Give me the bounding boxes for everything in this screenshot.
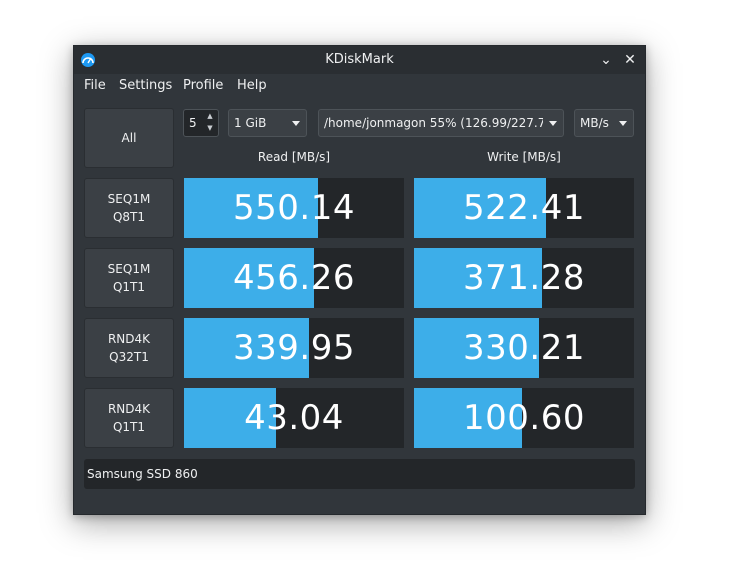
test-label-line1: SEQ1M <box>107 192 151 206</box>
menu-settings[interactable]: Settings <box>117 78 174 93</box>
test-button-seq1m-q8t1[interactable]: SEQ1M Q8T1 <box>84 178 174 238</box>
test-label-line1: RND4K <box>107 402 151 416</box>
run-all-button[interactable]: All <box>84 108 174 168</box>
runs-spinbox[interactable]: 5 ▲ ▼ <box>183 109 219 137</box>
read-result: 43.04 <box>184 388 404 448</box>
read-value: 550.14 <box>233 188 355 228</box>
test-label-line1: SEQ1M <box>107 262 151 276</box>
write-result: 522.41 <box>414 178 634 238</box>
kdiskmark-window: KDiskMark ⌄ ✕ File Settings Profile Help… <box>73 45 646 515</box>
spin-arrows: ▲ ▼ <box>204 111 216 135</box>
menu-help[interactable]: Help <box>235 78 269 93</box>
window-title: KDiskMark <box>325 52 394 67</box>
write-value: 330.21 <box>463 328 585 368</box>
read-value: 43.04 <box>244 398 344 438</box>
test-label-line1: RND4K <box>107 332 151 346</box>
chevron-down-icon <box>292 121 300 126</box>
read-result: 456.26 <box>184 248 404 308</box>
runs-value: 5 <box>189 116 197 130</box>
spin-up-icon[interactable]: ▲ <box>204 111 216 122</box>
test-label-line2: Q32T1 <box>109 350 149 364</box>
write-value: 371.28 <box>463 258 585 298</box>
file-size-value: 1 GiB <box>234 116 267 130</box>
read-result: 339.95 <box>184 318 404 378</box>
read-result: 550.14 <box>184 178 404 238</box>
unit-value: MB/s <box>580 116 609 130</box>
minimize-chevron-icon[interactable]: ⌄ <box>597 51 615 69</box>
test-button-rnd4k-q32t1[interactable]: RND4K Q32T1 <box>84 318 174 378</box>
test-button-rnd4k-q1t1[interactable]: RND4K Q1T1 <box>84 388 174 448</box>
spin-down-icon[interactable]: ▼ <box>204 123 216 134</box>
test-label-line2: Q1T1 <box>112 420 146 434</box>
chevron-down-icon <box>619 121 627 126</box>
write-value: 522.41 <box>463 188 585 228</box>
menu-bar: File Settings Profile Help <box>74 74 645 100</box>
test-button-seq1m-q1t1[interactable]: SEQ1M Q1T1 <box>84 248 174 308</box>
menu-file[interactable]: File <box>82 78 108 93</box>
chevron-down-icon <box>549 121 557 126</box>
write-column-header: Write [MB/s] <box>487 150 561 164</box>
test-label-line2: Q1T1 <box>112 280 146 294</box>
write-value: 100.60 <box>463 398 585 438</box>
read-column-header: Read [MB/s] <box>257 150 331 164</box>
test-label-line2: Q8T1 <box>112 210 146 224</box>
read-value: 339.95 <box>233 328 355 368</box>
write-result: 371.28 <box>414 248 634 308</box>
run-all-label: All <box>121 131 137 145</box>
title-bar: KDiskMark ⌄ ✕ <box>74 46 645 74</box>
menu-profile[interactable]: Profile <box>181 78 225 93</box>
read-value: 456.26 <box>233 258 355 298</box>
close-icon[interactable]: ✕ <box>621 51 639 69</box>
file-size-combo[interactable]: 1 GiB <box>228 109 307 137</box>
write-result: 330.21 <box>414 318 634 378</box>
target-path-value: /home/jonmagon 55% (126.99/227.7 <box>324 116 546 130</box>
drive-info-field: Samsung SSD 860 <box>84 459 635 489</box>
target-path-combo[interactable]: /home/jonmagon 55% (126.99/227.7 <box>318 109 564 137</box>
unit-combo[interactable]: MB/s <box>574 109 634 137</box>
write-result: 100.60 <box>414 388 634 448</box>
